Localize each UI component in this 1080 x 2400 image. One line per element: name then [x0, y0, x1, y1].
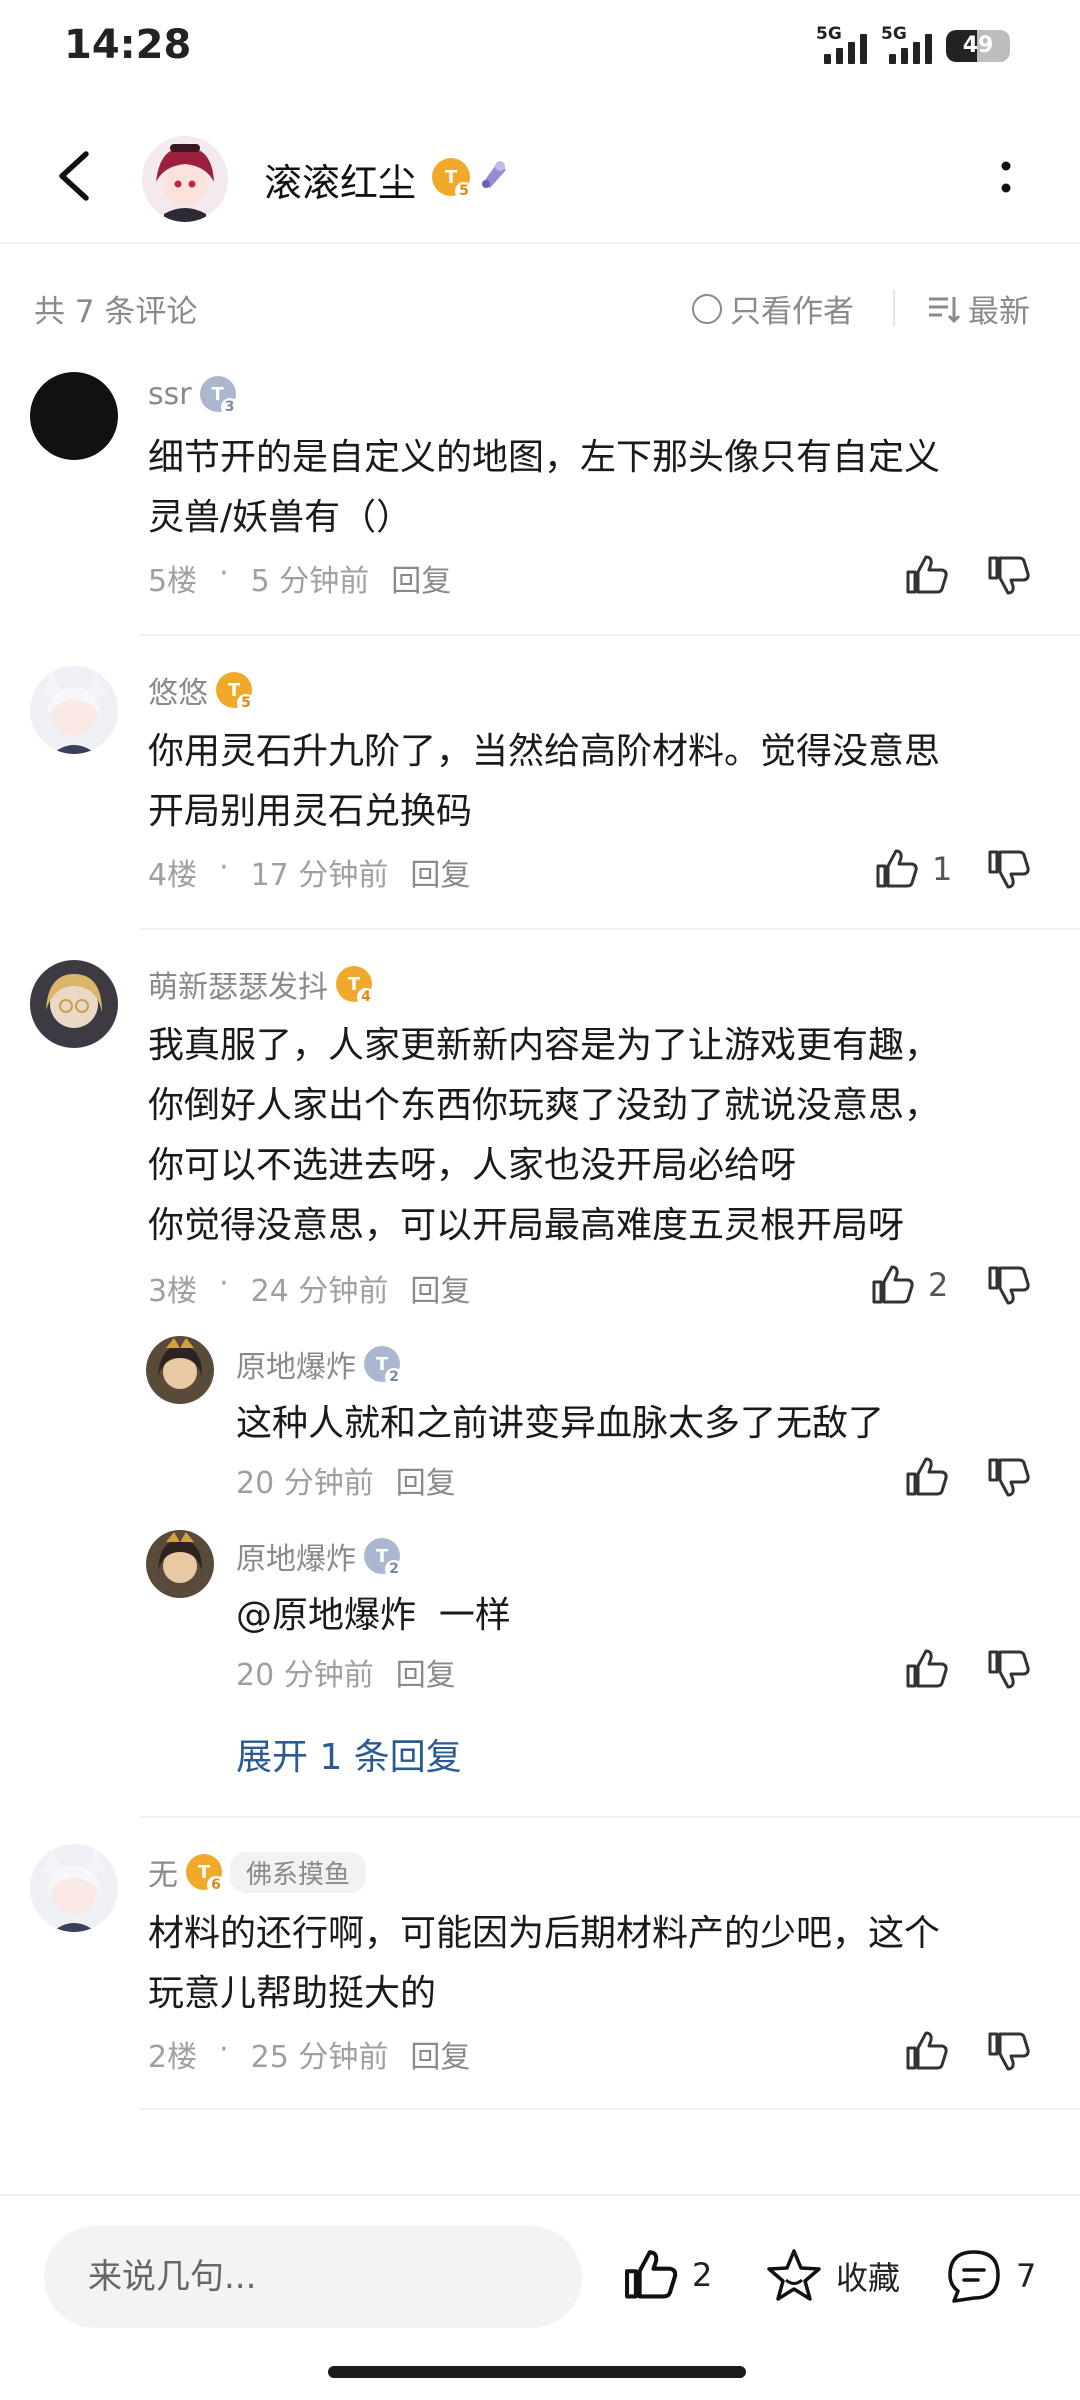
avatar[interactable] [30, 960, 118, 1048]
like-button[interactable]: 2 [870, 1262, 948, 1308]
avatar[interactable] [146, 1336, 214, 1404]
reply-button[interactable]: 回复 [410, 850, 470, 894]
comment-count: 共 7 条评论 [34, 294, 198, 330]
comment-meta: 2楼 · 25 分钟前 回复 [148, 2032, 471, 2076]
thumbs-down-icon[interactable] [986, 2028, 1032, 2074]
page-title: 滚滚红尘 [264, 161, 417, 205]
only-author-label: 只看作者 [730, 294, 854, 330]
reply-button[interactable]: 回复 [396, 1650, 456, 1694]
medal-icon [476, 156, 512, 192]
signal-icon: 5G [816, 24, 867, 64]
comment-text: 细节开的是自定义的地图，左下那头像只有自定义 灵兽/妖兽有（） [148, 437, 941, 538]
author-avatar[interactable] [142, 136, 228, 222]
avatar[interactable] [30, 1844, 118, 1932]
comment-text: 你用灵石升九阶了，当然给高阶材料。觉得没意思 开局别用灵石兑换码 [148, 731, 941, 832]
expand-replies-link[interactable]: 展开 1 条回复 [236, 1728, 462, 1780]
level-badge: T2 [364, 1538, 403, 1578]
avatar[interactable] [30, 372, 118, 460]
signal-icon: 5G [881, 24, 932, 64]
status-time: 14:28 [64, 22, 192, 68]
comment-username[interactable]: 悠悠 T5 [148, 668, 255, 712]
post-like-button[interactable]: 2 [622, 2246, 712, 2304]
level-badge: T5 [216, 672, 255, 712]
reply-button[interactable]: 回复 [396, 1458, 456, 1502]
comment-divider [140, 634, 1080, 636]
comment-text: 材料的还行啊，可能因为后期材料产的少吧，这个 玩意儿帮助挺大的 [148, 1913, 941, 2014]
level-badge: T3 [199, 376, 239, 416]
star-icon [767, 2249, 821, 2301]
reply-text: 这种人就和之前讲变异血脉太多了无敌了 [236, 1403, 885, 1444]
comment-username[interactable]: 无 T6 佛系摸鱼 [148, 1850, 367, 1894]
status-icons: 5G 5G 49 [816, 24, 1010, 64]
comment-total: 7 [1016, 2257, 1037, 2295]
thumbs-up-icon [625, 2250, 678, 2299]
reply-meta: 20 分钟前 回复 [236, 1458, 456, 1502]
bottom-divider [0, 2194, 1080, 2196]
thumbs-down-icon[interactable] [986, 1262, 1032, 1308]
avatar[interactable] [30, 666, 118, 754]
chevron-left-icon[interactable] [52, 148, 98, 204]
comment-meta: 5楼 · 5 分钟前 回复 [148, 556, 452, 600]
comment-meta: 3楼 · 24 分钟前 回复 [148, 1266, 471, 1310]
post-like-count: 2 [692, 2256, 713, 2294]
filter-divider [893, 290, 895, 326]
chat-bubble-icon [948, 2250, 1000, 2303]
comments-button[interactable]: 7 [944, 2246, 1036, 2306]
radio-icon [692, 293, 722, 324]
like-count: 2 [928, 1266, 949, 1304]
reply-meta: 20 分钟前 回复 [236, 1650, 456, 1694]
comment-divider [140, 928, 1080, 930]
reply-button[interactable]: 回复 [410, 2032, 470, 2076]
comment-username[interactable]: 萌新瑟瑟发抖 T4 [148, 962, 375, 1006]
thumbs-up-icon[interactable] [904, 2028, 950, 2074]
like-count: 1 [932, 850, 953, 888]
avatar[interactable] [146, 1530, 214, 1598]
comment-text: 我真服了，人家更新新内容是为了让游戏更有趣， 你倒好人家出个东西你玩爽了没劲了就… [148, 1025, 941, 1246]
thumbs-up-icon [876, 849, 918, 888]
reply-text: @原地爆炸 一样 [236, 1595, 511, 1636]
thumbs-down-icon[interactable] [986, 846, 1032, 892]
thumbs-down-icon[interactable] [986, 552, 1032, 598]
header-divider [0, 242, 1080, 244]
sort-icon [929, 296, 961, 323]
thumbs-down-icon[interactable] [986, 1646, 1032, 1692]
comment-divider [140, 1816, 1080, 1818]
reply-button[interactable]: 回复 [410, 1266, 470, 1310]
reply-username[interactable]: 原地爆炸 T2 [236, 1342, 403, 1386]
comment-username[interactable]: ssr T3 [148, 376, 239, 416]
level-badge: T6 [186, 1854, 225, 1894]
level-badge: T4 [336, 966, 375, 1006]
level-badge: T5 [432, 158, 473, 200]
battery-icon: 49 [946, 30, 1010, 62]
battery-level: 49 [962, 33, 994, 58]
only-author-toggle[interactable]: 只看作者 [692, 286, 854, 331]
more-vertical-icon[interactable] [998, 158, 1014, 198]
like-button[interactable]: 1 [874, 846, 952, 892]
comment-input[interactable]: 来说几句... [44, 2226, 582, 2328]
comment-divider [140, 2108, 1080, 2110]
home-indicator[interactable] [328, 2366, 746, 2378]
reply-button[interactable]: 回复 [391, 556, 451, 600]
level-badge: T2 [364, 1346, 403, 1386]
sort-button[interactable]: 最新 [926, 286, 1030, 331]
thumbs-up-icon[interactable] [904, 1454, 950, 1500]
sort-label: 最新 [968, 294, 1030, 330]
thumbs-down-icon[interactable] [986, 1454, 1032, 1500]
thumbs-up-icon [872, 1265, 914, 1304]
thumbs-up-icon[interactable] [904, 1646, 950, 1692]
thumbs-up-icon[interactable] [904, 552, 950, 598]
favorite-label: 收藏 [836, 2259, 901, 2297]
reply-username[interactable]: 原地爆炸 T2 [236, 1534, 403, 1578]
favorite-button[interactable]: 收藏 [764, 2246, 900, 2306]
user-tag: 佛系摸鱼 [230, 1851, 367, 1893]
comment-meta: 4楼 · 17 分钟前 回复 [148, 850, 471, 894]
